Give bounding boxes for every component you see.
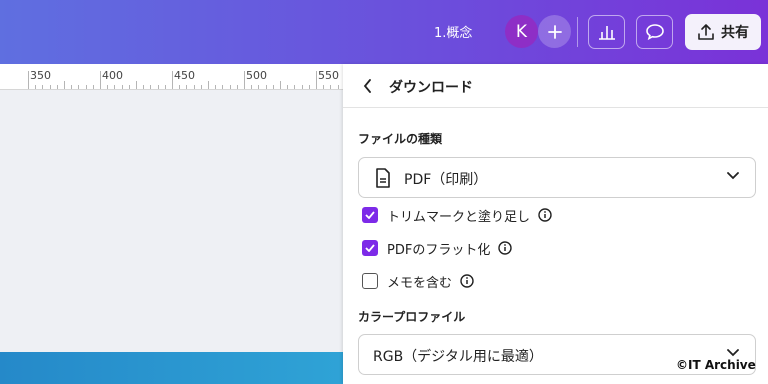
- file-type-label: ファイルの種類: [358, 132, 443, 146]
- file-type-value: PDF（印刷）: [404, 172, 488, 188]
- avatar[interactable]: K: [505, 15, 538, 48]
- back-button[interactable]: [359, 76, 375, 96]
- horizontal-ruler: 350 400 450 500 550: [0, 64, 345, 90]
- ruler-label: 400: [102, 69, 123, 82]
- file-type-select[interactable]: PDF（印刷）: [358, 157, 756, 198]
- chevron-down-icon: [727, 172, 739, 180]
- ruler-tick: [244, 71, 245, 89]
- ruler-tick: [100, 71, 101, 89]
- chart-icon: [598, 26, 615, 40]
- ruler-tick: [128, 85, 130, 89]
- download-panel: ダウンロード ファイルの種類 PDF（印刷） トリムマークと塗り足し PDFのフ…: [343, 64, 768, 384]
- ruler-tick: [236, 85, 238, 89]
- watermark: ©IT Archive: [676, 358, 756, 372]
- ruler-tick: [265, 85, 267, 89]
- flatten-pdf-checkbox[interactable]: [362, 240, 378, 256]
- ruler-tick: [330, 85, 332, 89]
- ruler-tick: [251, 85, 253, 89]
- trim-marks-label: トリムマークと塗り足し: [387, 209, 531, 225]
- ruler-label: 450: [174, 69, 195, 82]
- info-icon[interactable]: [460, 274, 474, 288]
- ruler-tick: [280, 81, 281, 89]
- ruler-tick: [42, 85, 44, 89]
- add-collaborator-button[interactable]: [538, 15, 571, 48]
- document-icon: [376, 168, 390, 188]
- ruler-tick: [200, 85, 202, 89]
- ruler-label: 350: [30, 69, 51, 82]
- ruler-tick: [193, 85, 195, 89]
- panel-header: ダウンロード: [343, 64, 768, 108]
- option-trim-marks[interactable]: トリムマークと塗り足し: [362, 205, 552, 225]
- ruler-tick: [294, 85, 296, 89]
- ruler-tick: [157, 85, 159, 89]
- ruler-tick: [164, 85, 166, 89]
- chevron-left-icon: [363, 79, 371, 93]
- checkmark-icon: [365, 244, 375, 252]
- ruler-label: 550: [318, 69, 339, 82]
- insights-button[interactable]: [588, 15, 625, 49]
- checkmark-icon: [365, 211, 375, 219]
- top-bar: 1.概念 K 共有: [0, 0, 768, 64]
- ruler-tick: [107, 85, 109, 89]
- ruler-tick: [114, 85, 116, 89]
- option-include-notes[interactable]: メモを含む: [362, 271, 474, 291]
- info-icon[interactable]: [498, 241, 513, 255]
- color-profile-value: RGB（デジタル用に最適）: [373, 349, 543, 365]
- trim-marks-checkbox[interactable]: [362, 207, 378, 223]
- chevron-down-icon: [727, 349, 739, 357]
- ruler-tick: [287, 85, 289, 89]
- include-notes-label: メモを含む: [387, 275, 453, 291]
- ruler-tick: [316, 71, 317, 89]
- info-icon[interactable]: [538, 208, 552, 222]
- ruler-tick: [229, 85, 231, 89]
- flatten-pdf-label: PDFのフラット化: [387, 242, 491, 258]
- ruler-tick: [150, 85, 152, 89]
- comment-icon: [645, 24, 664, 41]
- include-notes-checkbox[interactable]: [362, 273, 378, 289]
- ruler-tick: [272, 85, 274, 89]
- panel-title: ダウンロード: [389, 80, 473, 96]
- ruler-tick: [215, 85, 217, 89]
- ruler-tick: [35, 85, 37, 89]
- toolbar-divider: [577, 17, 578, 47]
- design-canvas[interactable]: [0, 90, 345, 352]
- ruler-tick: [308, 85, 310, 89]
- ruler-tick: [186, 85, 188, 89]
- ruler-label: 500: [246, 69, 267, 82]
- ruler-tick: [136, 81, 137, 89]
- ruler-tick: [323, 85, 325, 89]
- plus-icon: [547, 24, 562, 39]
- ruler-tick: [179, 85, 181, 89]
- document-title[interactable]: 1.概念: [434, 22, 472, 41]
- ruler-tick: [208, 81, 209, 89]
- ruler-tick: [337, 85, 339, 89]
- avatar-initial: K: [515, 21, 528, 42]
- ruler-tick: [258, 85, 260, 89]
- option-flatten-pdf[interactable]: PDFのフラット化: [362, 238, 513, 258]
- canvas-page-edge: [0, 352, 345, 384]
- comment-button[interactable]: [636, 15, 673, 49]
- color-profile-label: カラープロファイル: [358, 310, 466, 324]
- share-upload-icon: [698, 24, 714, 40]
- ruler-tick: [143, 85, 145, 89]
- ruler-tick: [49, 85, 51, 89]
- ruler-tick: [78, 85, 80, 89]
- ruler-tick: [92, 85, 94, 89]
- ruler-tick: [71, 85, 73, 89]
- ruler-tick: [172, 71, 173, 89]
- ruler-tick: [56, 85, 58, 89]
- ruler-tick: [64, 81, 65, 89]
- share-button-label: 共有: [721, 25, 749, 41]
- ruler-tick: [222, 85, 224, 89]
- ruler-tick: [121, 85, 123, 89]
- ruler-tick: [85, 85, 87, 89]
- share-button[interactable]: 共有: [685, 14, 761, 50]
- ruler-tick: [301, 85, 303, 89]
- ruler-tick: [28, 71, 29, 89]
